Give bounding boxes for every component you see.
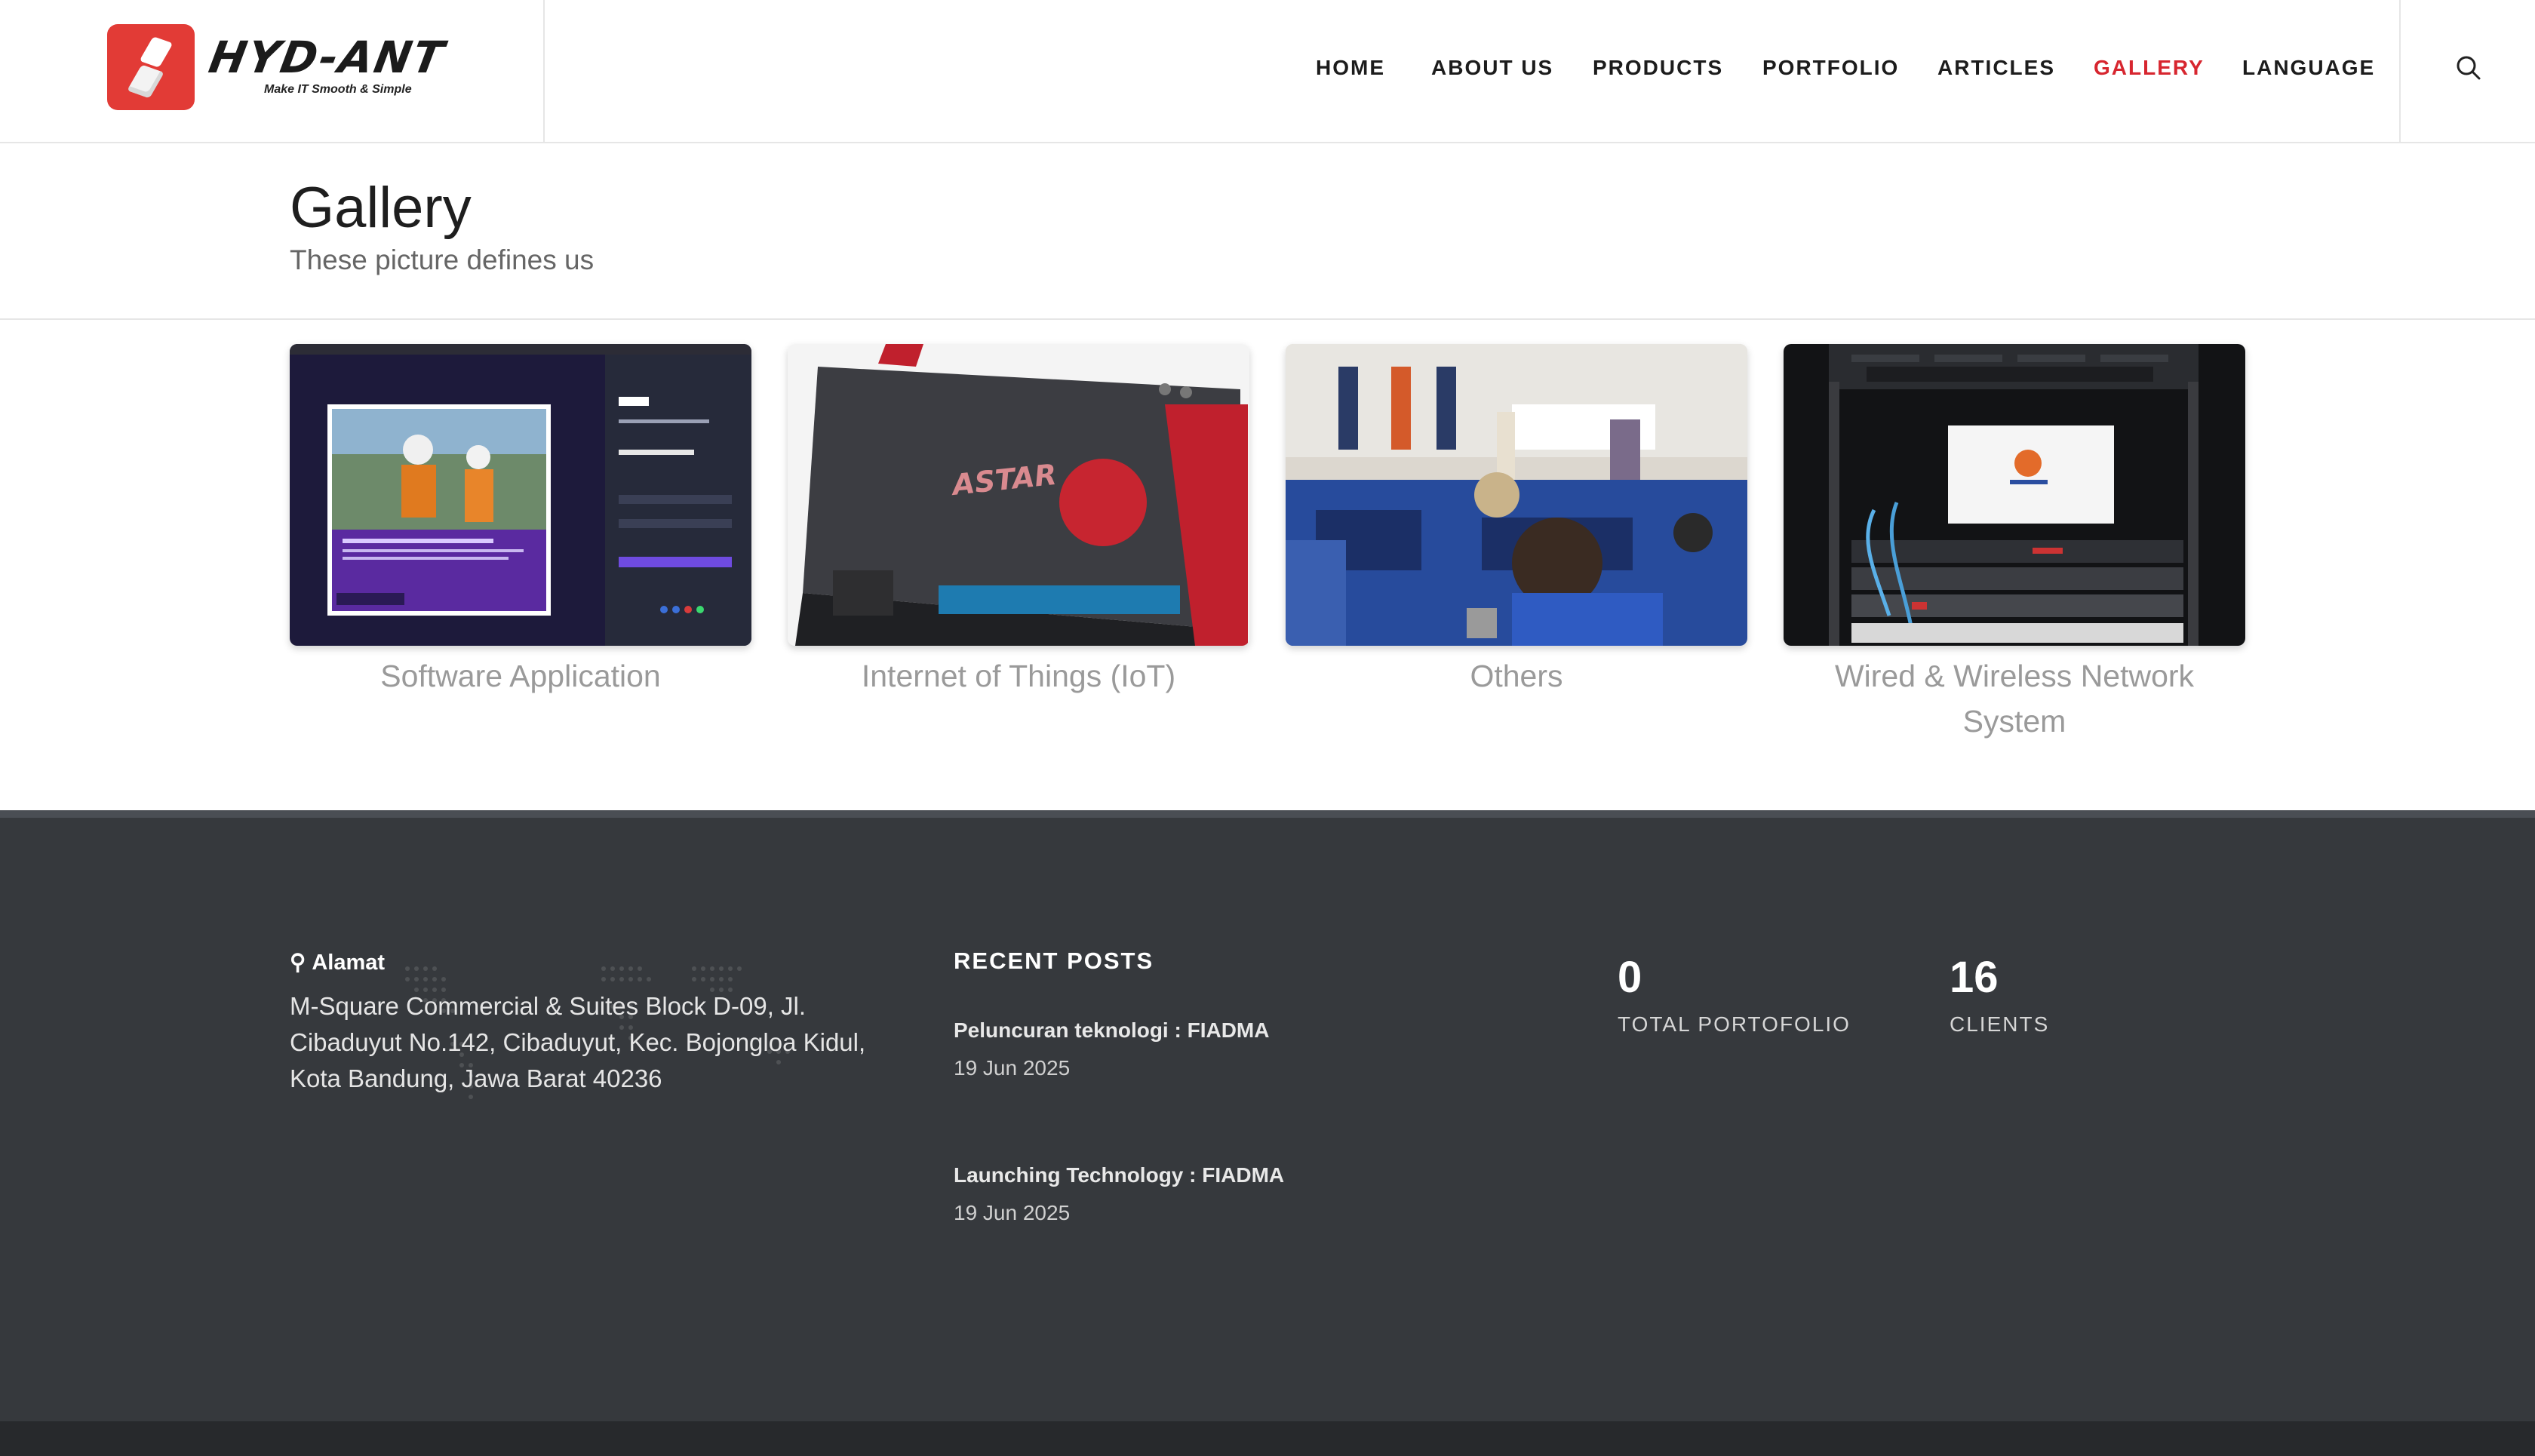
- stat-value-clients: 16: [1950, 953, 1999, 1002]
- post-date: 19 Jun 2025: [954, 1056, 1071, 1080]
- gallery-grid: Software Application ASTAR Internet of T…: [0, 344, 2535, 812]
- search-icon[interactable]: [2454, 53, 2484, 83]
- gallery-image-software[interactable]: [290, 344, 751, 646]
- nav-language[interactable]: LANGUAGE: [2242, 56, 2375, 80]
- address-heading: ⚲ Alamat: [290, 951, 386, 975]
- nav-products[interactable]: PRODUCTS: [1593, 56, 1723, 80]
- gallery-caption[interactable]: Wired & Wireless Network System: [1784, 653, 2245, 744]
- nav-home[interactable]: HOME: [1316, 56, 1385, 80]
- stat-value-portfolio: 0: [1618, 953, 1642, 1002]
- nav-articles[interactable]: ARTICLES: [1937, 56, 2055, 80]
- recent-posts-heading: RECENT POSTS: [954, 948, 1154, 974]
- post-date: 19 Jun 2025: [954, 1201, 1071, 1224]
- address-text: M-Square Commercial & Suites Block D-09,…: [290, 992, 866, 1092]
- gallery-caption[interactable]: Internet of Things (IoT): [788, 653, 1249, 699]
- post-title[interactable]: Peluncuran teknologi : FIADMA: [954, 1018, 1269, 1043]
- gallery-caption[interactable]: Software Application: [290, 653, 751, 699]
- gallery-card-iot[interactable]: ASTAR Internet of Things (IoT): [788, 344, 1249, 699]
- gallery-card-network[interactable]: Wired & Wireless Network System: [1784, 344, 2245, 744]
- stat-label-portfolio: TOTAL PORTOFOLIO: [1618, 1012, 1851, 1036]
- gallery-card-software[interactable]: Software Application: [290, 344, 751, 699]
- gallery-image-network[interactable]: [1784, 344, 2245, 646]
- page-header: Gallery These picture defines us: [0, 143, 2535, 320]
- site-header: HYD-ANT Make IT Smooth & Simple HOME ABO…: [0, 0, 2535, 143]
- main-nav: HOME ABOUT US PRODUCTS PORTFOLIO ARTICLE…: [0, 0, 2399, 136]
- nav-gallery[interactable]: GALLERY: [2094, 56, 2205, 80]
- location-icon: ⚲: [290, 951, 312, 975]
- footer-bottom-bar: [0, 1421, 2535, 1456]
- gallery-image-others[interactable]: [1286, 344, 1747, 646]
- gallery-card-others[interactable]: Others: [1286, 344, 1747, 699]
- nav-about-us[interactable]: ABOUT US: [1431, 56, 1553, 80]
- gallery-image-iot[interactable]: ASTAR: [788, 344, 1249, 646]
- nav-portfolio[interactable]: PORTFOLIO: [1762, 56, 1899, 80]
- post-title[interactable]: Launching Technology : FIADMA: [954, 1163, 1284, 1187]
- page-title: Gallery: [290, 176, 472, 240]
- page-subtitle: These picture defines us: [290, 244, 595, 275]
- stat-label-clients: CLIENTS: [1950, 1012, 2050, 1036]
- search-button[interactable]: [2399, 0, 2535, 142]
- gallery-caption[interactable]: Others: [1286, 653, 1747, 699]
- site-footer: ⚲ Alamat M-Square Commercial & Suites Bl…: [0, 810, 2535, 1421]
